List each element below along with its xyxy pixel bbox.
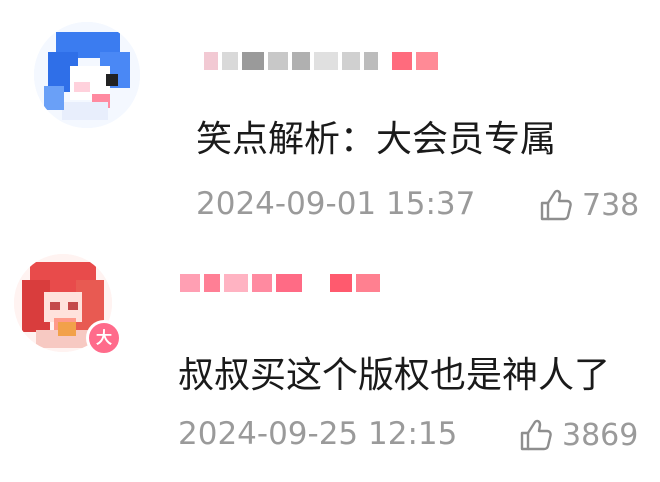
thumb-up-icon <box>540 189 572 221</box>
vip-badge: 大 <box>86 320 122 356</box>
username-blurred[interactable] <box>180 270 384 296</box>
username-blurred[interactable] <box>204 48 440 74</box>
like-count: 738 <box>582 187 640 223</box>
like-button[interactable]: 3869 <box>516 416 638 454</box>
comment-timestamp: 2024-09-01 15:37 <box>196 186 476 222</box>
comment-item: 大 叔叔买这个版权也是神人了 2024-09-25 12:15 3869 <box>0 240 660 482</box>
user-avatar[interactable] <box>34 22 140 128</box>
comment-timestamp: 2024-09-25 12:15 <box>178 416 458 452</box>
like-count: 3869 <box>562 417 639 453</box>
comment-text: 叔叔买这个版权也是神人了 <box>178 355 611 396</box>
thumb-up-icon <box>520 419 552 451</box>
comment-item: 笑点解析：大会员专属 2024-09-01 15:37 738 <box>0 0 660 240</box>
blue-anime-avatar-icon <box>34 22 140 128</box>
comment-text: 笑点解析：大会员专属 <box>196 119 557 160</box>
like-button[interactable]: 738 <box>536 186 639 224</box>
